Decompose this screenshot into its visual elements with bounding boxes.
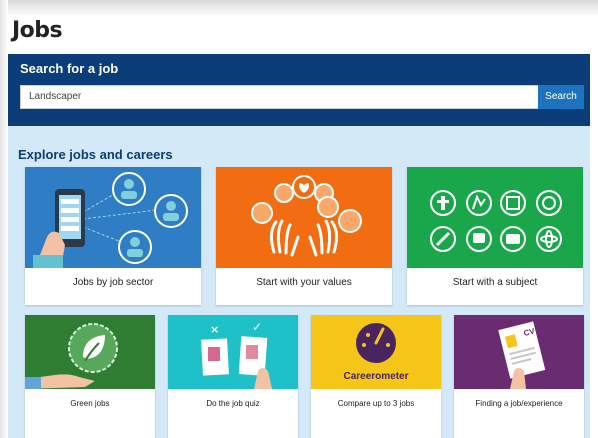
window-shadow-left (0, 0, 8, 438)
subject-illustration (407, 167, 583, 268)
window-shadow (0, 0, 598, 16)
tile-compare-jobs[interactable]: Careerometer Compare up to 3 jobs (311, 315, 441, 438)
svg-text:×: × (210, 323, 219, 336)
careerometer-illustration: Careerometer (311, 315, 441, 389)
card-label: Start with a subject (452, 277, 538, 288)
search-heading: Search for a job (20, 61, 119, 76)
tile-finding-job[interactable]: CV Finding a job/experience (454, 315, 584, 438)
cv-illustration: CV (454, 315, 584, 389)
explore-heading: Explore jobs and careers (18, 147, 173, 162)
tile-label: Do the job quiz (206, 399, 260, 408)
card-start-with-subject[interactable]: Start with a subject (407, 167, 583, 305)
jobs-page: Jobs Search for a job Landscaper Search … (8, 16, 590, 438)
job-sector-illustration (25, 167, 201, 268)
tile-label: Finding a job/experience (475, 399, 563, 408)
search-button[interactable]: Search (538, 85, 584, 109)
card-start-with-values[interactable]: Start with your values (216, 167, 392, 305)
green-jobs-illustration (25, 315, 155, 389)
tile-label: Green jobs (70, 399, 110, 408)
page-title: Jobs (12, 18, 63, 43)
screenshot-frame: Jobs Search for a job Landscaper Search … (0, 0, 598, 438)
card-jobs-by-sector[interactable]: Jobs by job sector (25, 167, 201, 305)
tile-label: Compare up to 3 jobs (337, 399, 415, 408)
card-label: Start with your values (256, 277, 352, 288)
tile-green-jobs[interactable]: Green jobs (25, 315, 155, 438)
search-panel: Search for a job Landscaper Search (8, 54, 590, 126)
svg-text:✓: ✓ (252, 320, 262, 334)
card-label: Jobs by job sector (72, 277, 154, 288)
values-illustration (216, 167, 392, 268)
search-input[interactable]: Landscaper (20, 85, 538, 109)
careerometer-text: Careerometer (343, 371, 408, 382)
tile-job-quiz[interactable]: × ✓ Do the job quiz (168, 315, 298, 438)
job-quiz-illustration: × ✓ (168, 315, 298, 389)
